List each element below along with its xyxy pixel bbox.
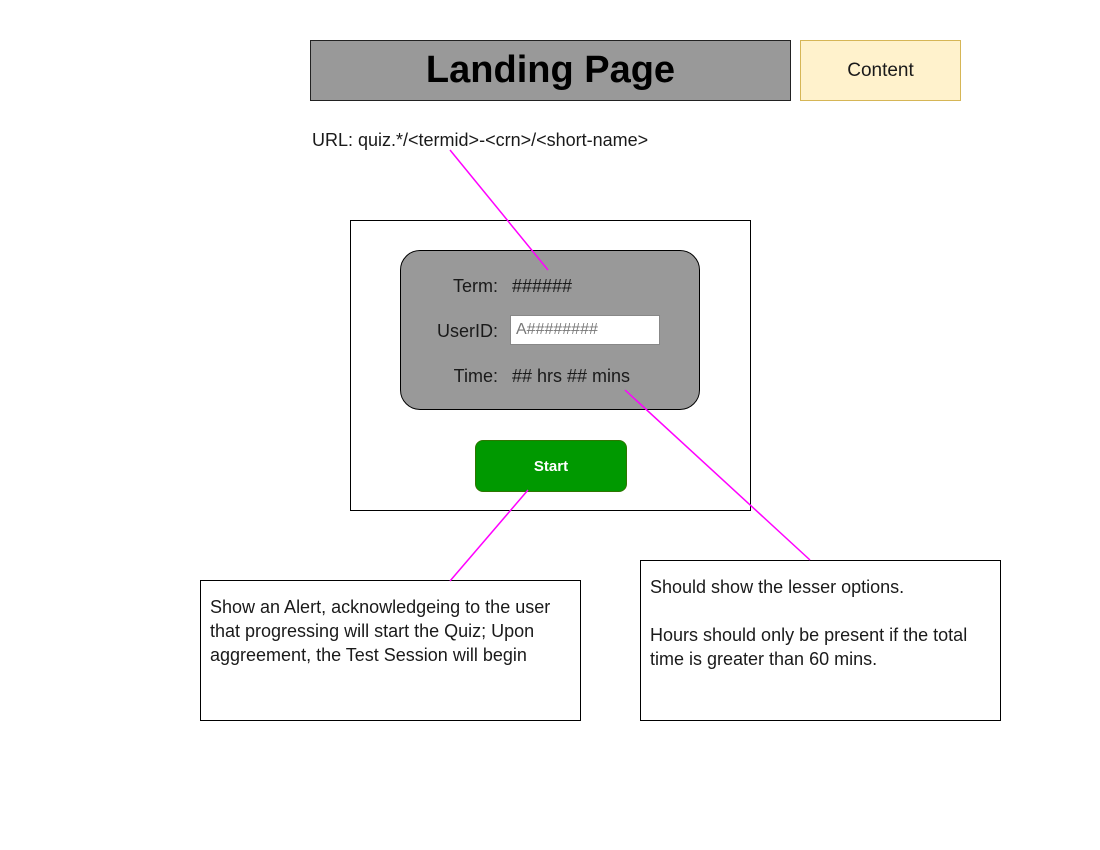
content-tag: Content: [800, 40, 961, 101]
start-note: Show an Alert, acknowledgeing to the use…: [200, 580, 581, 721]
url-label: URL: quiz.*/<termid>-<crn>/<short-name>: [312, 130, 649, 150]
page-title: Landing Page: [310, 40, 791, 101]
time-note: Should show the lesser options. Hours sh…: [640, 560, 1001, 721]
term-value: ######: [512, 276, 573, 296]
userid-input[interactable]: [510, 315, 660, 345]
start-note-text: Show an Alert, acknowledgeing to the use…: [210, 597, 551, 665]
time-note-line1: Should show the lesser options.: [650, 577, 905, 597]
term-label: Term:: [453, 276, 498, 296]
time-value: ## hrs ## mins: [512, 366, 631, 386]
time-label: Time:: [453, 366, 498, 386]
start-button[interactable]: Start: [475, 440, 627, 492]
time-note-line2: Hours should only be present if the tota…: [650, 625, 968, 669]
userid-label: UserID:: [436, 321, 498, 341]
